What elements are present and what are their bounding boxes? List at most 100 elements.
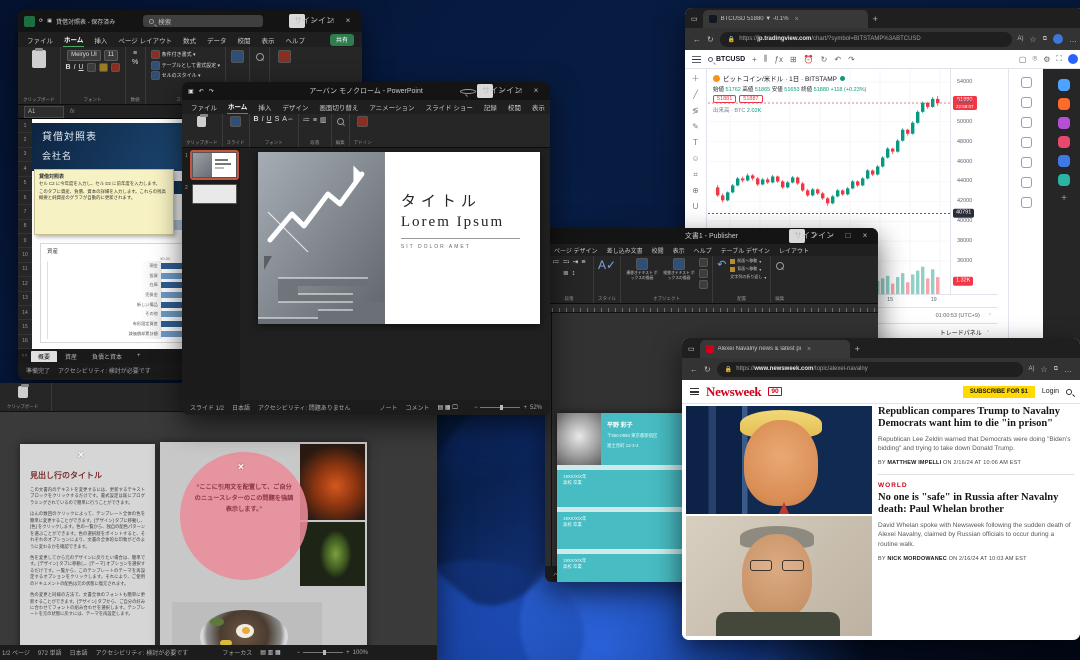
- menu-icon[interactable]: [692, 56, 701, 63]
- ribbon-tab-3[interactable]: 表示: [672, 244, 686, 257]
- browser-tabstrip[interactable]: ▭ BTCUSD 51880 ▼ -0.1% × +: [685, 8, 1080, 28]
- pull-quote-circle[interactable]: × “ここに引用文を配置して、ご自分のニュースレターのこの問題を強調表示します。…: [180, 452, 308, 580]
- paragraph-group[interactable]: ≔ ≡ ▥ 段落: [299, 114, 332, 147]
- chat-icon[interactable]: [1021, 177, 1032, 188]
- row-header-7[interactable]: 7: [18, 205, 32, 219]
- save-icon[interactable]: ▣: [188, 88, 194, 95]
- extensions-icon[interactable]: ⧉: [1043, 36, 1047, 43]
- number-format-percent[interactable]: %: [132, 59, 138, 66]
- paste-icon[interactable]: [18, 386, 28, 398]
- ribbon-tab-5[interactable]: アニメーション: [368, 100, 415, 114]
- editing-group[interactable]: 編集: [771, 256, 788, 303]
- edge-sidebar-app-icon-1[interactable]: [1058, 98, 1070, 110]
- watchlist-icon[interactable]: [1021, 77, 1032, 88]
- ribbon-tab-6[interactable]: 校閲: [237, 33, 252, 47]
- browser-action-icons[interactable]: A) ☆ ⧉ …: [1018, 34, 1077, 44]
- url-field[interactable]: 🔒 https://jp.tradingview.com/chart/?symb…: [720, 32, 1012, 47]
- paste-icon[interactable]: [32, 50, 46, 68]
- browser-addressbar[interactable]: ← ↻ 🔒 https://www.newsweek.com/topic/ale…: [682, 358, 1080, 380]
- row-header-14[interactable]: 14: [18, 306, 32, 320]
- chart-legend[interactable]: ビットコイン/米ドル · 1日 · BITSTAMP 始値 51762 高値 5…: [713, 73, 866, 114]
- ribbon-tab-0[interactable]: ファイル: [26, 33, 54, 47]
- hotlists-icon[interactable]: [1021, 117, 1032, 128]
- tab-actions-icon[interactable]: ▭: [688, 345, 695, 353]
- find-icon[interactable]: [776, 262, 784, 270]
- minimize-button[interactable]: –: [823, 230, 839, 242]
- ribbon-tab-7[interactable]: 記録: [483, 100, 498, 114]
- edge-sidebar-add-icon[interactable]: +: [1061, 193, 1067, 204]
- edge-sidebar-app-icon-4[interactable]: [1058, 155, 1070, 167]
- italic-button[interactable]: I: [74, 64, 76, 71]
- styles-group[interactable]: A✓ スタイル: [594, 256, 621, 303]
- insert-picture-icon[interactable]: [699, 258, 708, 267]
- tab-actions-icon[interactable]: ▭: [691, 15, 698, 23]
- row-header-1[interactable]: 1: [18, 119, 32, 133]
- font-color-button[interactable]: [111, 63, 120, 72]
- trendline-icon[interactable]: ╱: [693, 91, 698, 99]
- zoom-control[interactable]: −+ 100%: [297, 650, 368, 656]
- ribbon-tab-9[interactable]: 表示: [531, 100, 546, 114]
- font-name-select[interactable]: Meiryo UI: [67, 50, 101, 61]
- row-header-2[interactable]: 2: [18, 133, 32, 147]
- underline-button[interactable]: U: [267, 116, 272, 123]
- trade-panel-label[interactable]: トレードパネル: [940, 328, 982, 337]
- tradingview-toolbar[interactable]: BTCUSD + ⫼ ƒx ⊞ ⏰ ↻ ↶ ↷ ▢ ⌾ ⚙ ⛶: [685, 50, 1080, 69]
- ribbon-tab-4[interactable]: ヘルプ: [693, 244, 713, 257]
- align-icon[interactable]: ≡: [313, 117, 317, 124]
- share-button[interactable]: 共有: [330, 34, 354, 46]
- row-header-4[interactable]: 4: [18, 162, 32, 176]
- ribbon-tab-8[interactable]: 校閲: [507, 100, 522, 114]
- new-tab-button[interactable]: +: [855, 344, 860, 354]
- text-wrap-icon[interactable]: ↶: [717, 258, 726, 271]
- excel-ribbon-tabs[interactable]: ファイルホーム挿入ページ レイアウト数式データ校閲表示ヘルプ共有: [18, 32, 362, 47]
- char-spacing-button[interactable]: A⇔: [282, 116, 294, 123]
- horizontal-ruler[interactable]: [545, 304, 878, 313]
- article-byline[interactable]: BY MATTHEW IMPELLI ON 2/16/24 AT 10:06 A…: [878, 460, 1074, 466]
- edge-sidebar-app-icon-3[interactable]: [1058, 136, 1070, 148]
- tab-close-icon[interactable]: ×: [795, 16, 799, 23]
- article-category[interactable]: WORLD: [878, 482, 1074, 489]
- crosshair-icon[interactable]: ＋: [692, 75, 700, 83]
- ribbon-tab-4[interactable]: 画面切り替え: [318, 100, 359, 114]
- bullets-icon[interactable]: ≔: [553, 258, 560, 266]
- session-clock[interactable]: 01:00:53 (UTC+9): [936, 313, 980, 319]
- slide-canvas[interactable]: タイトル Lorem Ipsum SIT DOLOR AMET: [240, 148, 550, 400]
- slide-subtitle[interactable]: Lorem Ipsum: [401, 214, 530, 231]
- save-icon[interactable]: ▣: [47, 18, 52, 24]
- undo-icon[interactable]: ↶: [199, 88, 204, 95]
- edge-sidebar-app-icon-5[interactable]: [1058, 174, 1070, 186]
- ribbon-tab-0[interactable]: ファイル: [190, 100, 218, 114]
- edge-sidebar[interactable]: +⚙: [1043, 69, 1080, 348]
- ribbon-tab-0[interactable]: ページ デザイン: [553, 244, 599, 257]
- arrange-group[interactable]: ↶ 前面へ移動 ▾ 背面へ移動 ▾ 文字列の折り返し ▾ 配置: [713, 256, 771, 303]
- profile-avatar[interactable]: [1053, 34, 1063, 44]
- minimize-button[interactable]: –: [306, 15, 322, 27]
- shadow-button[interactable]: S: [275, 116, 280, 123]
- accessibility-status[interactable]: アクセシビリティ: 検討が必要です: [96, 648, 189, 657]
- redo-icon[interactable]: ↷: [209, 88, 214, 95]
- page-indicator[interactable]: 1/2 ページ: [2, 648, 30, 657]
- ribbon-tab-2[interactable]: 挿入: [93, 33, 108, 47]
- price-axis[interactable]: 51880 22:59:07 40791 1.32K 5400052000500…: [950, 69, 998, 294]
- article-headline[interactable]: Republican compares Trump to Navalny Dem…: [878, 406, 1074, 430]
- row-header-9[interactable]: 9: [18, 234, 32, 248]
- save-layout-icon[interactable]: ▢: [1019, 55, 1027, 64]
- slide-caption[interactable]: SIT DOLOR AMET: [401, 244, 530, 250]
- name-box[interactable]: A1: [24, 106, 64, 118]
- maximize-button[interactable]: □: [323, 15, 339, 27]
- newsweek-logo[interactable]: Newsweek: [706, 384, 761, 400]
- extensions-icon[interactable]: ⧉: [1054, 366, 1058, 373]
- undo-icon[interactable]: ↶: [834, 55, 841, 64]
- row-header-6[interactable]: 6: [18, 191, 32, 205]
- row-header-8[interactable]: 8: [18, 220, 32, 234]
- tradingview-right-toolbar[interactable]: [1008, 69, 1043, 348]
- newsweek-content[interactable]: Republican compares Trump to Navalny Dem…: [682, 404, 1080, 638]
- ribbon-tab-8[interactable]: ヘルプ: [285, 33, 307, 47]
- browser-action-icons[interactable]: A) ☆ ⧉ …: [1029, 365, 1072, 374]
- powerpoint-titlebar[interactable]: ▣ ↶ ↷ アーバン モノクローム - PowerPoint サインイン – □…: [182, 82, 550, 100]
- find-icon[interactable]: [337, 118, 344, 125]
- paste-icon[interactable]: [197, 116, 206, 127]
- sheet-tab-overview[interactable]: 概要: [31, 351, 57, 362]
- ribbon-tab-3[interactable]: デザイン: [281, 100, 309, 114]
- sheet-nav-left[interactable]: ‹: [22, 353, 24, 359]
